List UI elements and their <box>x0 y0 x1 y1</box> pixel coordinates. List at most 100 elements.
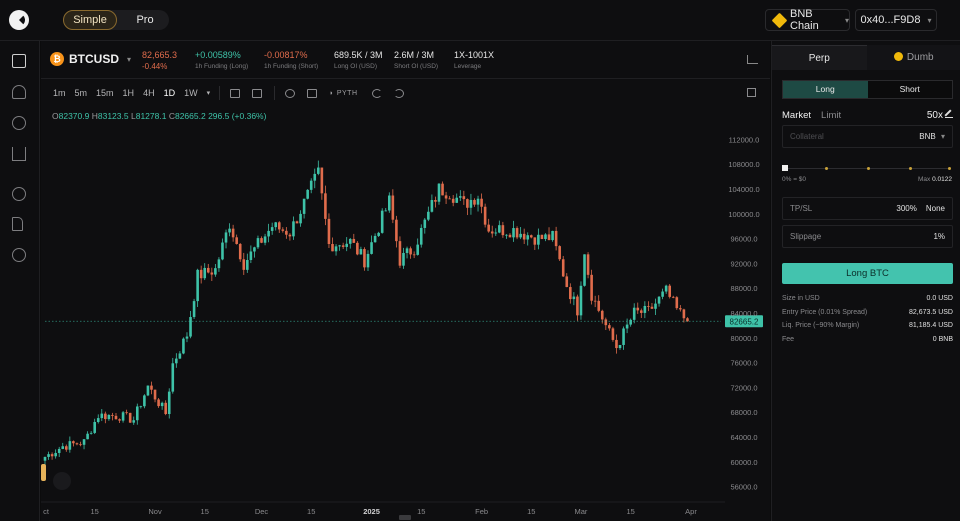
timeframe-1h[interactable]: 1H <box>123 88 135 98</box>
app-logo-icon[interactable] <box>9 10 29 30</box>
collateral-slider[interactable] <box>782 164 951 174</box>
candle-body <box>437 183 441 202</box>
side-short-button[interactable]: Short <box>867 81 952 98</box>
candle-body <box>231 228 235 238</box>
undo-icon[interactable] <box>371 88 382 98</box>
sl-value[interactable]: None <box>926 204 945 213</box>
tradingview-logo-icon <box>53 472 71 490</box>
fullscreen-icon[interactable] <box>747 88 756 97</box>
candle-body <box>618 344 622 349</box>
symbol-selector[interactable]: ₿ BTCUSD ▾ <box>50 52 131 66</box>
candle-body <box>647 305 650 307</box>
wallet-button[interactable]: 0x40...F9D8 ▾ <box>855 9 937 31</box>
candle-body <box>629 319 632 325</box>
long-oi-stat: 689.5K / 3M Long OI (USD) <box>334 50 383 73</box>
chain-selector[interactable]: BNB Chain ▾ <box>765 8 850 32</box>
chart-panel: ₿ BTCUSD ▾ 82,665.3 -0.44% +0.00589% 1h … <box>41 41 770 521</box>
slider-handle[interactable] <box>782 165 788 171</box>
candle-body <box>75 443 79 445</box>
candle-body <box>160 402 164 407</box>
timeframe-15m[interactable]: 15m <box>96 88 114 98</box>
candle-body <box>444 195 448 199</box>
stats-icon[interactable] <box>12 147 26 161</box>
tp-value[interactable]: 300% <box>896 204 916 213</box>
tab-dumb[interactable]: Dumb <box>866 45 960 70</box>
summary-value: 81,185.4 USD <box>909 322 953 330</box>
funding-long-stat: +0.00589% 1h Funding (Long) <box>195 50 248 73</box>
vault-icon[interactable] <box>12 85 26 99</box>
chart-type-icon[interactable] <box>747 55 758 64</box>
timeframe-1d[interactable]: 1D <box>164 88 176 98</box>
price-change: -0.44% <box>142 62 168 71</box>
timeframe-5m[interactable]: 5m <box>75 88 88 98</box>
x-axis-tick-label: 15 <box>307 507 315 516</box>
redo-icon[interactable] <box>393 88 404 98</box>
chevron-down-icon[interactable]: ▾ <box>207 89 211 97</box>
scroll-handle <box>399 515 411 520</box>
chevron-down-icon: ▾ <box>940 132 945 141</box>
candle-body <box>345 243 349 247</box>
candle-body <box>434 200 437 202</box>
order-type-market[interactable]: Market <box>782 110 811 121</box>
side-long-button[interactable]: Long <box>783 81 868 98</box>
order-type-limit[interactable]: Limit <box>821 110 841 121</box>
globe-icon[interactable] <box>12 248 26 262</box>
mode-simple-button[interactable]: Simple <box>63 10 117 30</box>
slippage-field[interactable]: Slippage 1% <box>782 225 953 248</box>
timeframe-1m[interactable]: 1m <box>53 88 66 98</box>
timeframe-4h[interactable]: 4H <box>143 88 155 98</box>
candle-body <box>182 338 185 354</box>
short-oi-value: 2.6M / 3M <box>394 50 435 60</box>
compare-icon[interactable] <box>230 88 241 98</box>
slippage-label: Slippage <box>790 232 822 241</box>
candle-body <box>57 448 61 453</box>
candle-body <box>412 254 416 256</box>
candle-body <box>668 285 672 297</box>
candle-body <box>366 253 370 268</box>
candle-body <box>114 415 118 420</box>
candle-body <box>150 385 153 390</box>
candle-body <box>490 231 494 234</box>
collateral-currency-select[interactable]: BNB ▾ <box>919 132 945 141</box>
candle-body <box>533 237 537 245</box>
submit-long-button[interactable]: Long BTC <box>782 263 953 284</box>
chat-icon[interactable] <box>12 187 26 201</box>
candle-body <box>384 210 388 212</box>
mode-pro-button[interactable]: Pro <box>121 10 169 30</box>
candle-body <box>512 228 515 238</box>
docs-icon[interactable] <box>12 217 23 231</box>
timeframe-1w[interactable]: 1W <box>184 88 198 98</box>
candle-body <box>675 297 679 309</box>
candle-body <box>409 248 412 255</box>
gear-icon[interactable] <box>285 88 296 98</box>
candle-body <box>576 296 579 316</box>
trade-icon[interactable] <box>12 54 26 68</box>
candle-body <box>267 230 270 237</box>
wallet-address: 0x40...F9D8 <box>860 14 921 26</box>
order-type-row: Market Limit 50x <box>782 110 953 121</box>
candle-body <box>146 385 150 396</box>
candle-body <box>277 222 281 230</box>
candle-body <box>135 406 139 421</box>
candle-body <box>498 225 501 233</box>
leverage-button[interactable]: 50x <box>927 110 953 121</box>
summary-row: Entry Price (0.01% Spread) 82,673.5 USD <box>782 306 953 320</box>
short-oi-stat: 2.6M / 3M Short OI (USD) <box>394 50 438 73</box>
candle-body <box>597 300 601 311</box>
collateral-input[interactable]: Collateral BNB ▾ <box>782 125 953 148</box>
candlestick-chart[interactable]: 82665.2 112000.0 108000.0 104000.0 100000.0 9… <box>41 119 770 521</box>
dollar-icon[interactable] <box>12 116 26 130</box>
candle-body <box>448 198 451 200</box>
tab-perp[interactable]: Perp <box>772 45 867 70</box>
candle-body <box>178 353 182 359</box>
tpsl-field[interactable]: TP/SL 300% None <box>782 197 953 220</box>
collateral-currency: BNB <box>919 132 936 141</box>
x-axis-tick-label: 15 <box>417 507 425 516</box>
x-axis-tick-label: ct <box>43 507 50 516</box>
candle-body <box>54 452 57 457</box>
candle-style-icon[interactable] <box>252 88 263 98</box>
y-axis-tick-label: 108000.0 <box>728 160 759 169</box>
indicators-icon[interactable] <box>307 88 318 98</box>
summary-label: Liq. Price (~90% Margin) <box>782 322 860 330</box>
y-axis-tick-label: 60000.0 <box>730 458 757 467</box>
